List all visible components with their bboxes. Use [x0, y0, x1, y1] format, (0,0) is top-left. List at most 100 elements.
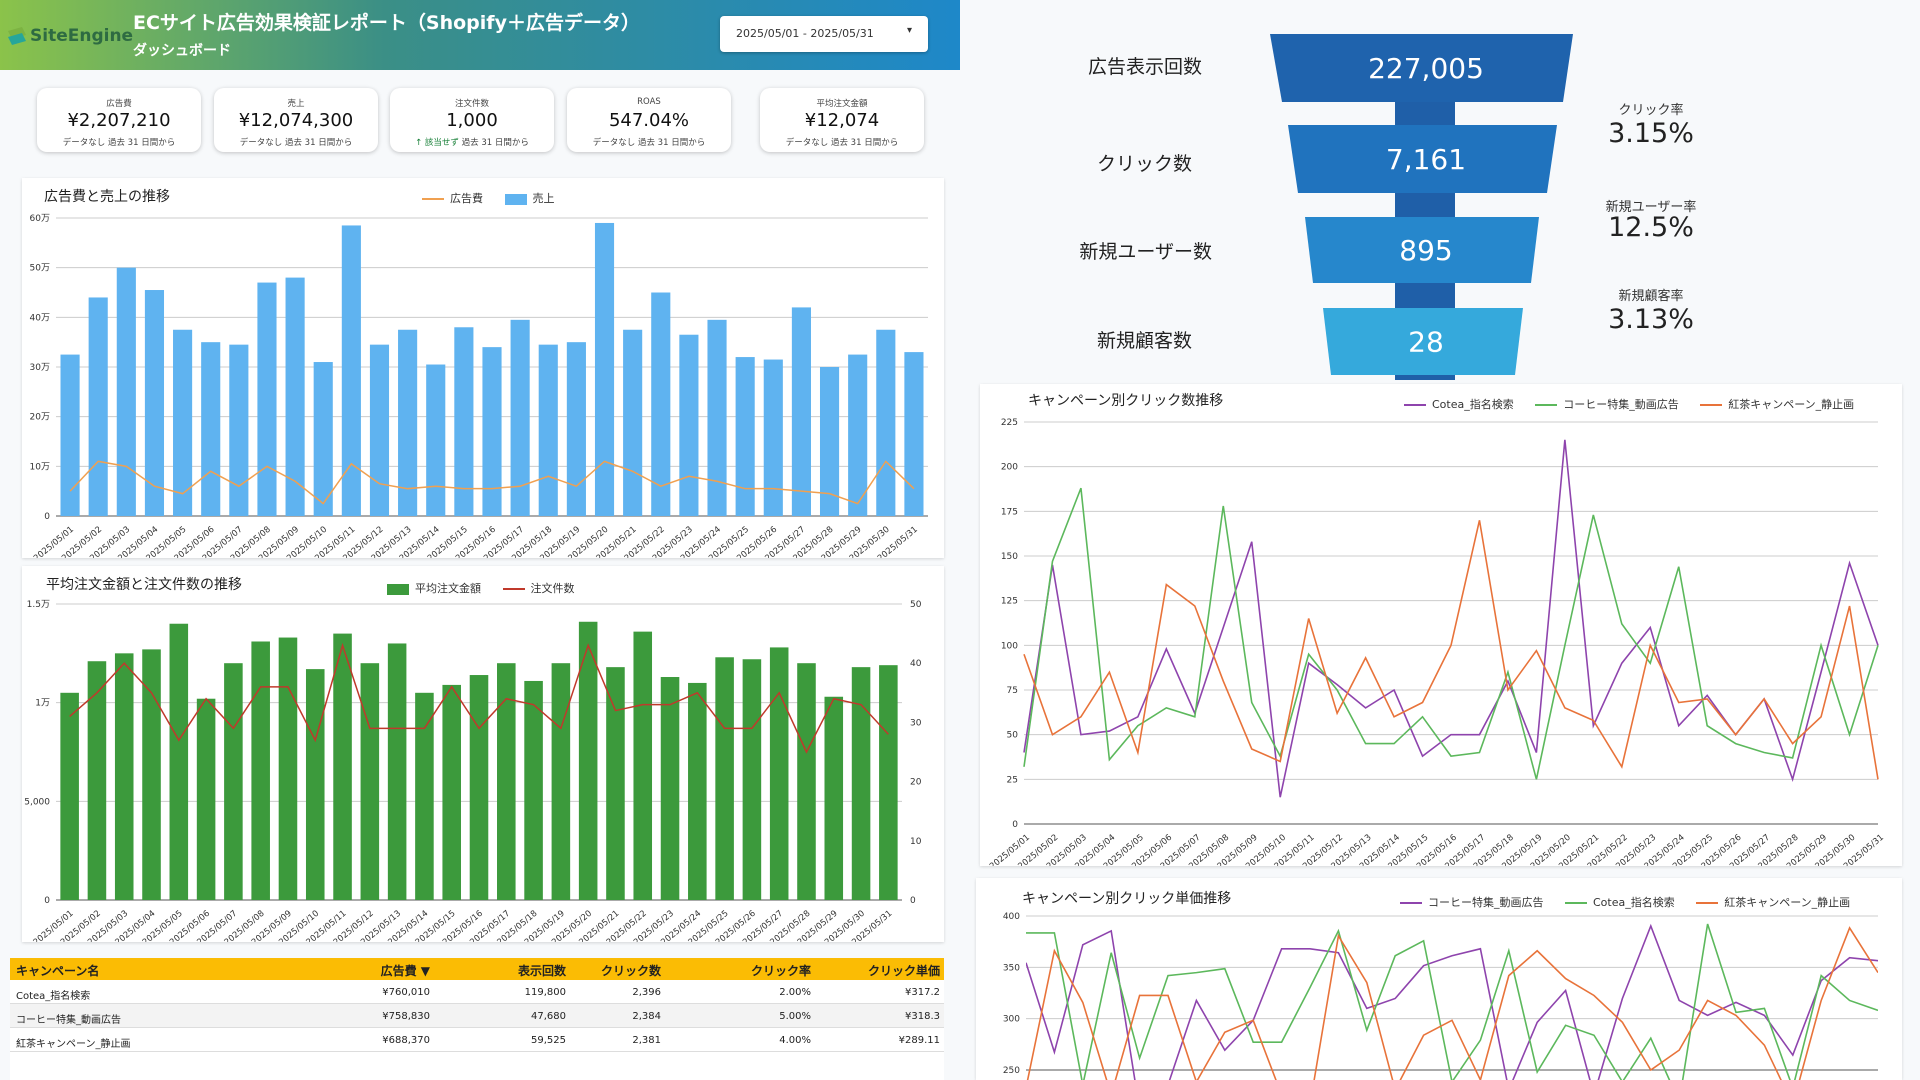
y2-tick-label: 30	[910, 718, 922, 728]
legend-item-orders[interactable]: 注文件数	[502, 580, 575, 596]
campaign-clicks-chart-panel: キャンペーン別クリック数推移 Cotea_指名検索 コーヒー特集_動画広告 紅茶…	[980, 384, 1902, 872]
kpi-card-ad-spend[interactable]: 広告費 ¥2,207,210 データなし 過去 31 日間から	[37, 88, 201, 152]
chart-title: キャンペーン別クリック単価推移	[1022, 891, 1232, 907]
aov-bar	[60, 692, 79, 900]
conversion-funnel: 227,005 7,161 895 28	[1270, 34, 1573, 380]
aov-bar	[87, 661, 107, 900]
legend-swatch	[1700, 404, 1723, 406]
ad-sales-chart-panel: 広告費と売上の推移 広告費 売上 0 10万 20万 30万 40万 50万 60万 2025…	[22, 178, 944, 564]
aov-bar	[851, 667, 871, 900]
legend-swatch	[1404, 404, 1426, 406]
cell-campaign: コーヒー特集_動画広告	[16, 1015, 121, 1026]
legend-item-aov[interactable]: 平均注文金額	[387, 580, 481, 596]
kpi-card-aov[interactable]: 平均注文金額 ¥12,074 データなし 過去 31 日間から	[760, 88, 924, 152]
col-header-ctr[interactable]: クリック率	[751, 962, 811, 979]
y-tick-label: 200	[1001, 463, 1018, 473]
legend-swatch	[1696, 902, 1719, 904]
legend-item-series-1[interactable]: Cotea_指名検索	[1404, 396, 1514, 412]
legend-label: 紅茶キャンペーン_静止画	[1724, 896, 1851, 909]
funnel-stage-label: 広告表示回数	[1087, 56, 1202, 78]
series-line	[1026, 923, 1878, 1080]
aov-bar	[333, 633, 352, 900]
kpi-card-sales[interactable]: 売上 ¥12,074,300 データなし 過去 31 日間から	[214, 88, 378, 152]
aov-bar	[142, 649, 161, 900]
table-row[interactable]: コーヒー特集_動画広告 ¥758,830 47,680 2,384 5.00% …	[10, 1004, 944, 1028]
report-subtitle: ダッシュボード	[133, 43, 231, 59]
legend-item-series-2[interactable]: Cotea_指名検索	[1565, 894, 1675, 910]
kpi-card-roas[interactable]: ROAS 547.04% データなし 過去 31 日間から	[567, 88, 731, 152]
campaign-clicks-chart: 02550751001251501752002252025/05/012025/…	[988, 418, 1886, 872]
legend-item-sales[interactable]: 売上	[504, 190, 555, 206]
kpi-label: 広告費	[106, 99, 132, 109]
col-header-ad-spend[interactable]: 広告費 ▼	[381, 962, 430, 979]
aov-bar	[797, 663, 816, 900]
aov-bar	[879, 665, 898, 900]
col-header-campaign[interactable]: キャンペーン名	[16, 962, 99, 979]
legend-label: 平均注文金額	[415, 582, 481, 595]
legend-swatch	[387, 583, 409, 595]
aov-orders-chart-panel: 平均注文金額と注文件数の推移 平均注文金額 注文件数 0 5,000 1万 1.5万 0…	[22, 566, 944, 948]
chart-legend: 広告費 売上	[422, 190, 573, 206]
site-logo[interactable]: SiteEngine	[6, 22, 133, 52]
y-tick-label: 225	[1001, 418, 1018, 428]
series-line	[1023, 439, 1879, 798]
aov-bar	[251, 641, 270, 900]
cell-campaign: Cotea_指名検索	[16, 991, 91, 1002]
legend-label: コーヒー特集_動画広告	[1428, 896, 1544, 909]
col-header-impressions[interactable]: 表示回数	[518, 962, 566, 979]
rate-label: クリック率	[1618, 103, 1684, 118]
legend-label: 広告費	[450, 192, 483, 205]
chart-title: キャンペーン別クリック数推移	[1028, 393, 1224, 409]
legend-item-series-1[interactable]: コーヒー特集_動画広告	[1400, 894, 1544, 910]
aov-bar	[169, 623, 189, 900]
legend-item-series-3[interactable]: 紅茶キャンペーン_静止画	[1700, 396, 1854, 412]
sales-bar	[369, 344, 390, 516]
kpi-comparison: データなし 過去 31 日間から	[592, 138, 706, 148]
chart-legend: コーヒー特集_動画広告 Cotea_指名検索 紅茶キャンペーン_静止画	[1400, 894, 1850, 910]
cell-clicks: 2,381	[632, 1035, 661, 1046]
aov-bar	[305, 669, 325, 900]
y-tick-label: 5,000	[24, 797, 50, 807]
y-tick-label: 350	[1003, 963, 1020, 973]
cell-ad-spend: ¥760,010	[382, 987, 430, 998]
kpi-card-orders[interactable]: 注文件数 1,000 ↑ 該当せず 過去 31 日間から	[390, 88, 554, 152]
y-tick-label: 60万	[30, 214, 50, 224]
y-tick-label: 1万	[35, 699, 50, 709]
sales-bar	[623, 329, 643, 516]
cell-ctr: 4.00%	[779, 1035, 811, 1046]
table-row[interactable]: Cotea_指名検索 ¥760,010 119,800 2,396 2.00% …	[10, 980, 944, 1004]
kpi-comparison-text: 過去 31 日間から	[458, 138, 529, 148]
kpi-comparison: データなし 過去 31 日間から	[62, 138, 176, 148]
cell-ctr: 5.00%	[779, 1011, 811, 1022]
col-header-cpc[interactable]: クリック単価	[868, 962, 940, 979]
y-tick-label: 0	[44, 512, 50, 522]
funnel-stage-value: 895	[1399, 234, 1452, 267]
rate-value: 3.15%	[1608, 118, 1694, 149]
y2-tick-label: 40	[910, 659, 922, 669]
cell-cpc: ¥317.2	[905, 987, 940, 998]
legend-item-ad-spend[interactable]: 広告費	[422, 190, 483, 206]
legend-swatch	[502, 588, 525, 590]
cell-campaign: 紅茶キャンペーン_静止画	[16, 1039, 131, 1050]
sales-bar	[257, 282, 277, 516]
sales-bar	[679, 334, 699, 516]
sales-bar	[426, 364, 446, 516]
kpi-value: ¥12,074,300	[238, 110, 354, 131]
legend-swatch	[422, 198, 444, 200]
col-header-clicks[interactable]: クリック数	[601, 962, 661, 979]
y-tick-label: 175	[1001, 507, 1018, 517]
date-range-picker[interactable]: 2025/05/01 - 2025/05/31 ▾	[720, 16, 928, 52]
chart-title: 平均注文金額と注文件数の推移	[46, 577, 242, 593]
legend-item-series-2[interactable]: コーヒー特集_動画広告	[1535, 396, 1679, 412]
y-tick-label: 30万	[30, 363, 50, 373]
chart-legend: Cotea_指名検索 コーヒー特集_動画広告 紅茶キャンペーン_静止画	[1404, 396, 1854, 412]
aov-bar	[606, 667, 625, 900]
sales-bar	[229, 344, 249, 516]
aov-bar	[824, 696, 844, 900]
cell-impressions: 59,525	[531, 1035, 566, 1046]
aov-bar	[224, 663, 243, 900]
table-row[interactable]: 紅茶キャンペーン_静止画 ¥688,370 59,525 2,381 4.00%…	[10, 1028, 944, 1052]
aov-bar	[442, 684, 461, 900]
legend-item-series-3[interactable]: 紅茶キャンペーン_静止画	[1696, 894, 1850, 910]
legend-label: Cotea_指名検索	[1593, 896, 1675, 909]
